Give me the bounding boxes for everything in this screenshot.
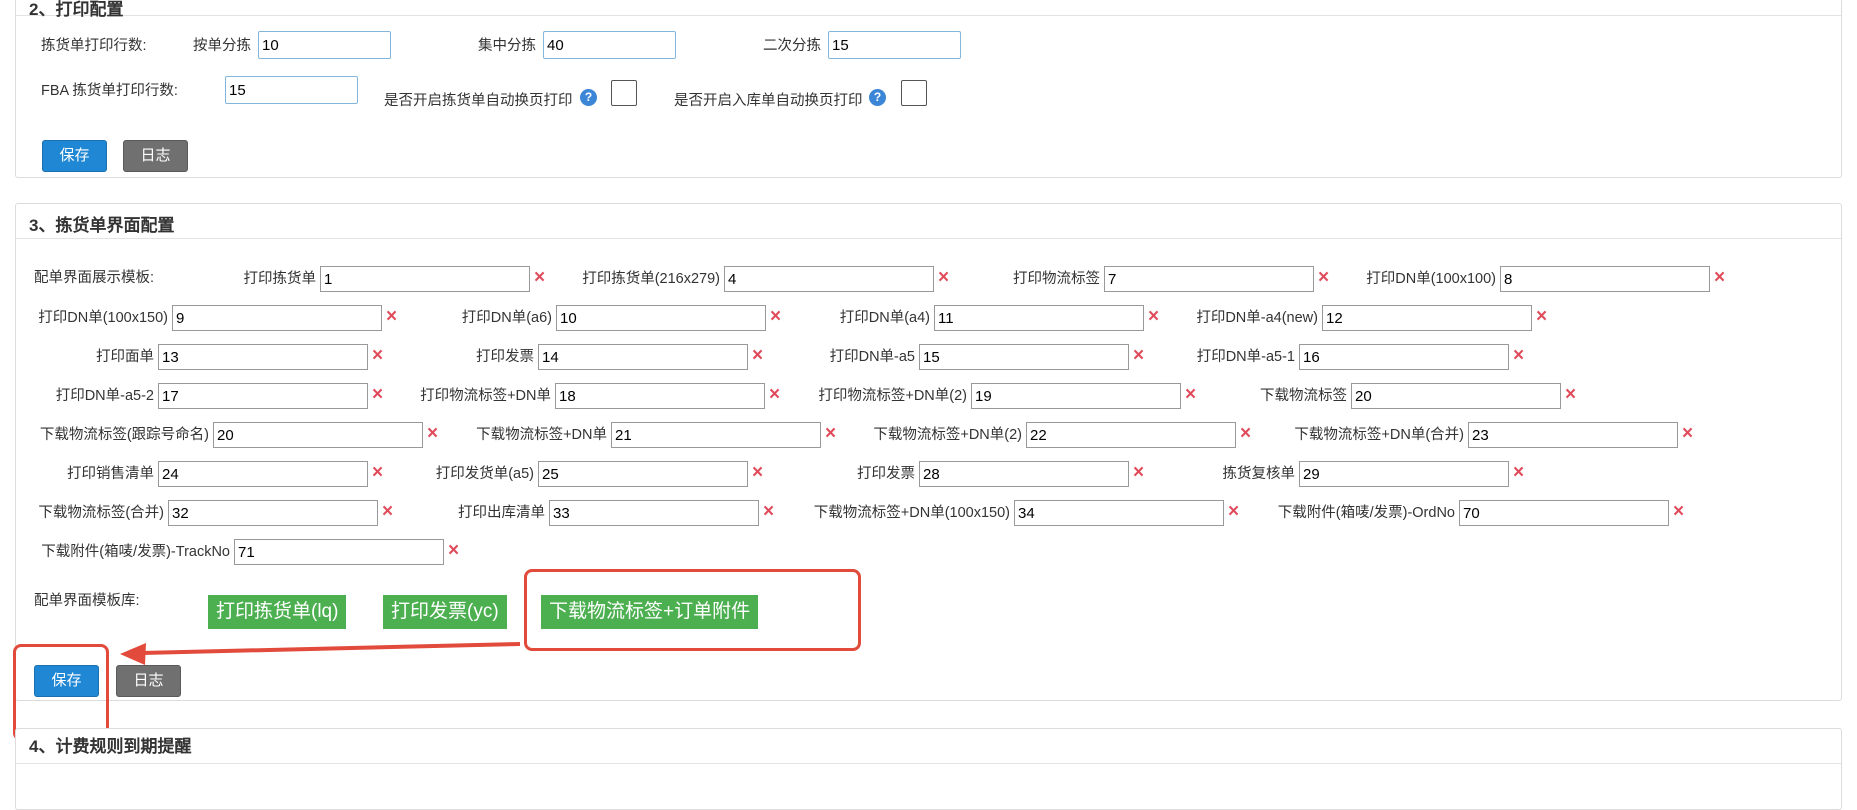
save-button[interactable]: 保存 bbox=[34, 665, 99, 697]
annotation-arrow-icon bbox=[120, 642, 521, 665]
billing-reminder-panel: 4、计费规则到期提醒 bbox=[15, 728, 1842, 810]
section-title: 4、计费规则到期提醒 bbox=[29, 737, 192, 756]
panel-header: 4、计费规则到期提醒 bbox=[16, 729, 1841, 764]
log-button[interactable]: 日志 bbox=[116, 665, 181, 697]
